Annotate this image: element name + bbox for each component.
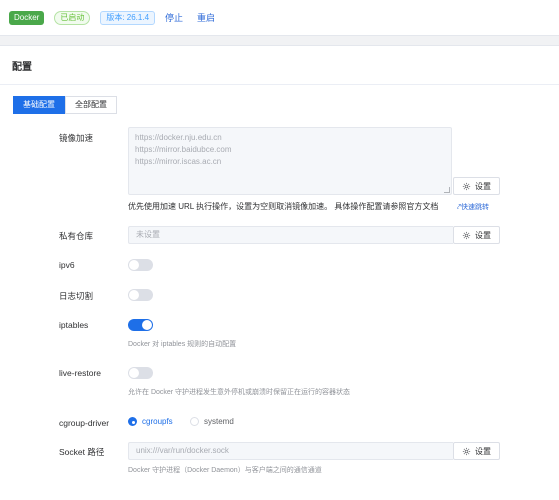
log-rotate-switch[interactable]	[128, 289, 153, 301]
top-bar: Docker 已启动 版本: 26.1.4 停止 重启	[0, 0, 559, 36]
tab-all-config[interactable]: 全部配置	[65, 96, 117, 114]
stop-button[interactable]: 停止	[165, 11, 183, 24]
radio-label: cgroupfs	[142, 417, 173, 426]
ipv6-switch[interactable]	[128, 259, 153, 271]
gear-icon	[462, 231, 471, 239]
log-rotate-label: 日志切割	[59, 291, 94, 301]
switch-knob	[129, 368, 139, 378]
switch-knob	[142, 320, 152, 330]
registry-input[interactable]: 未设置	[128, 226, 453, 244]
iptables-switch[interactable]	[128, 319, 153, 331]
live-restore-switch[interactable]	[128, 367, 153, 379]
live-restore-help: 允许在 Docker 守护进程发生意外停机或崩溃时保留正在运行的容器状态	[128, 389, 351, 396]
radio-dot	[190, 417, 199, 426]
switch-knob	[129, 290, 139, 300]
config-card: 配置 基础配置 全部配置 镜像加速 https://docker.nju.edu…	[0, 45, 559, 500]
registry-settings-button[interactable]: 设置	[453, 226, 500, 244]
gear-icon	[462, 182, 471, 190]
quick-jump-link[interactable]: ⤤快速跳转	[457, 202, 489, 212]
switch-knob	[129, 260, 139, 270]
restart-button[interactable]: 重启	[197, 11, 215, 24]
resize-handle[interactable]	[444, 187, 450, 193]
radio-cgroupfs[interactable]: cgroupfs	[128, 417, 173, 426]
registry-label: 私有仓库	[59, 231, 94, 241]
mirror-textarea[interactable]: https://docker.nju.edu.cn https://mirror…	[128, 127, 452, 195]
cgroup-driver-label: cgroup-driver	[59, 418, 110, 428]
app-tag: Docker	[9, 10, 45, 25]
socket-settings-button[interactable]: 设置	[453, 442, 500, 460]
mirror-settings-button[interactable]: 设置	[453, 177, 500, 195]
mirror-note: 优先使用加速 URL 执行操作，设置为空则取消镜像加速。 具体操作配置请参照官方…	[128, 202, 439, 211]
settings-label: 设置	[475, 181, 491, 191]
iptables-label: iptables	[59, 320, 89, 330]
ipv6-label: ipv6	[59, 260, 75, 270]
radio-systemd[interactable]: systemd	[190, 417, 234, 426]
card-title: 配置	[0, 46, 559, 85]
tab-basic-config[interactable]: 基础配置	[13, 96, 65, 114]
settings-label: 设置	[475, 446, 491, 456]
socket-input[interactable]: unix:///var/run/docker.sock	[128, 442, 453, 460]
live-restore-label: live-restore	[59, 368, 102, 378]
mirror-line: https://docker.nju.edu.cn	[135, 133, 222, 142]
iptables-help: Docker 对 iptables 规则的自动配置	[128, 341, 237, 348]
mirror-line: https://mirror.iscas.ac.cn	[135, 157, 222, 166]
radio-label: systemd	[204, 417, 234, 426]
config-tabs: 基础配置 全部配置	[13, 96, 117, 114]
version-badge: 版本: 26.1.4	[100, 10, 156, 25]
settings-label: 设置	[475, 230, 491, 240]
quick-jump-label: 快速跳转	[460, 204, 489, 211]
radio-dot	[128, 417, 137, 426]
mirror-line: https://mirror.baidubce.com	[135, 145, 232, 154]
mirror-label: 镜像加速	[59, 133, 94, 143]
socket-help: Docker 守护进程（Docker Daemon）与客户端之间的通信通道	[128, 467, 322, 474]
gear-icon	[462, 447, 471, 455]
socket-label: Socket 路径	[59, 447, 105, 457]
status-badge: 已启动	[54, 10, 91, 25]
